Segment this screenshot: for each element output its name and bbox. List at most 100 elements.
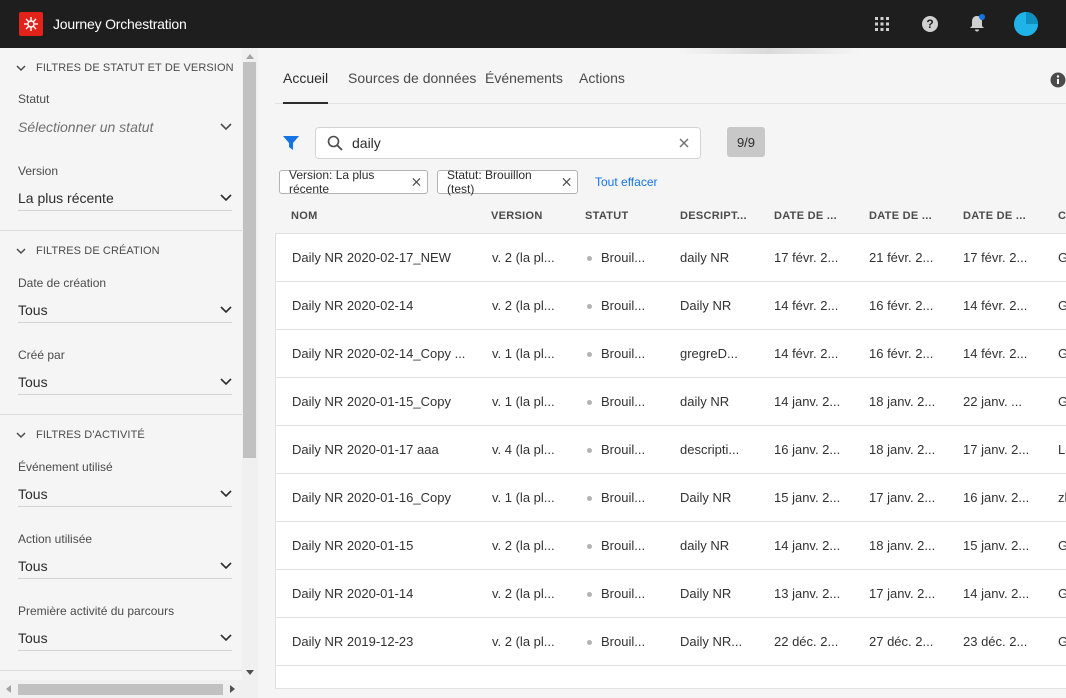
cell-extra: G: [1058, 346, 1066, 361]
table-row[interactable]: Daily NR 2020-01-16_Copy v. 1 (la pl... Br…: [276, 474, 1066, 522]
cell-description: Daily NR...: [680, 634, 743, 649]
cell-date-3: 16 janv. 2...: [963, 490, 1030, 505]
cell-status: Brouil...: [601, 634, 646, 649]
chevron-down-icon: [220, 561, 232, 569]
tab-events[interactable]: Événements: [485, 70, 563, 104]
cell-version: v. 2 (la pl...: [492, 634, 555, 649]
status-dot-icon: [587, 640, 592, 645]
column-header-status[interactable]: STATUT: [585, 210, 629, 222]
cell-date-2: 16 févr. 2...: [869, 346, 934, 361]
apps-grid-icon[interactable]: [872, 14, 892, 34]
remove-chip-icon[interactable]: [562, 177, 571, 187]
cell-name: Daily NR 2019-12-23: [292, 634, 414, 649]
cell-extra: zh: [1058, 490, 1066, 505]
scroll-up-arrow-icon[interactable]: [246, 54, 254, 59]
created-by-select[interactable]: Tous: [18, 369, 232, 395]
help-icon[interactable]: ?: [920, 14, 940, 34]
first-activity-select[interactable]: Tous: [18, 625, 232, 651]
first-activity-label: Première activité du parcours: [18, 604, 175, 618]
cell-extra: G: [1058, 394, 1066, 409]
version-select[interactable]: La plus récente: [18, 185, 232, 211]
scroll-down-arrow-icon[interactable]: [246, 670, 254, 675]
table-row[interactable]: Daily NR 2020-02-14_Copy ... v. 1 (la pl.…: [276, 330, 1066, 378]
action-used-select[interactable]: Tous: [18, 553, 232, 579]
table-row[interactable]: Daily NR 2020-01-15 v. 2 (la pl... Brouil.…: [276, 522, 1066, 570]
status-select[interactable]: Sélectionner un statut: [18, 114, 232, 140]
table-row[interactable]: Daily NR 2020-02-14 v. 2 (la pl... Brouil.…: [276, 282, 1066, 330]
created-by-value: Tous: [18, 373, 48, 390]
chevron-down-icon: [220, 489, 232, 497]
creation-date-select[interactable]: Tous: [18, 297, 232, 323]
chevron-down-icon: [16, 248, 26, 255]
scroll-right-arrow-icon[interactable]: [230, 685, 235, 693]
first-activity-value: Tous: [18, 629, 48, 646]
table-row[interactable]: Daily NR 2020-02-17_NEW v. 2 (la pl... Bro…: [276, 234, 1066, 282]
tab-home[interactable]: Accueil: [283, 70, 329, 104]
creation-date-label: Date de création: [18, 276, 107, 290]
cell-version: v. 2 (la pl...: [492, 538, 555, 553]
filter-funnel-icon[interactable]: [282, 134, 300, 152]
creation-date-value: Tous: [18, 301, 48, 318]
chevron-down-icon: [220, 305, 232, 313]
cell-extra: G: [1058, 538, 1066, 553]
column-header-description[interactable]: DESCRIPT...: [680, 210, 747, 222]
column-header-extra[interactable]: CI: [1058, 210, 1066, 222]
status-dot-icon: [587, 496, 592, 501]
clear-search-icon[interactable]: [677, 136, 691, 150]
cell-date-1: 17 févr. 2...: [774, 250, 839, 265]
cell-description: daily NR: [680, 538, 730, 553]
status-version-filters-header[interactable]: FILTRES DE STATUT ET DE VERSION: [0, 58, 234, 78]
cell-name: Daily NR 2020-01-17 aaa: [292, 442, 439, 457]
column-header-date-3[interactable]: DATE DE ...: [963, 210, 1026, 222]
column-header-name[interactable]: NOM: [291, 210, 318, 222]
app-title[interactable]: Journey Orchestration: [53, 16, 187, 32]
event-used-label: Événement utilisé: [18, 460, 113, 474]
status-placeholder: Sélectionner un statut: [18, 119, 154, 135]
search-field[interactable]: [315, 127, 701, 159]
column-header-version[interactable]: VERSION: [491, 210, 543, 222]
tab-actions[interactable]: Actions: [579, 70, 625, 104]
section-title: FILTRES DE STATUT ET DE VERSION: [36, 62, 234, 74]
cell-date-3: 22 janv. ...: [963, 394, 1023, 409]
table-row[interactable]: Daily NR 2019-12-23 v. 2 (la pl... Brouil.…: [276, 618, 1066, 666]
cell-extra: G: [1058, 298, 1066, 313]
divider: [0, 670, 242, 671]
chevron-down-icon: [220, 377, 232, 385]
user-avatar[interactable]: [1014, 12, 1038, 36]
scroll-left-arrow-icon[interactable]: [6, 685, 11, 693]
cell-date-2: 21 févr. 2...: [869, 250, 934, 265]
horizontal-scrollbar-thumb[interactable]: [18, 684, 223, 695]
cell-status: Brouil...: [601, 586, 646, 601]
notifications-bell-icon[interactable]: [967, 14, 987, 34]
event-used-select[interactable]: Tous: [18, 481, 232, 507]
cell-date-1: 16 janv. 2...: [774, 442, 841, 457]
table-row[interactable]: Daily NR 2020-01-14 v. 2 (la pl... Brouil.…: [276, 570, 1066, 618]
cell-date-1: 14 janv. 2...: [774, 394, 841, 409]
column-header-date-2[interactable]: DATE DE ...: [869, 210, 932, 222]
remove-chip-icon[interactable]: [412, 177, 421, 187]
vertical-scrollbar-thumb[interactable]: [243, 62, 256, 458]
cell-version: v. 1 (la pl...: [492, 394, 555, 409]
info-icon[interactable]: [1050, 72, 1066, 88]
cell-name: Daily NR 2020-02-14_Copy ...: [292, 346, 466, 361]
cell-date-2: 17 janv. 2...: [869, 490, 936, 505]
chevron-down-icon: [220, 633, 232, 641]
status-dot-icon: [587, 304, 592, 309]
cell-version: v. 1 (la pl...: [492, 490, 555, 505]
cell-date-3: 17 févr. 2...: [963, 250, 1028, 265]
tab-data-sources[interactable]: Sources de données: [348, 70, 476, 104]
search-input[interactable]: [352, 135, 672, 151]
column-header-date-1[interactable]: DATE DE ...: [774, 210, 837, 222]
creation-filters-header[interactable]: FILTRES DE CRÉATION: [0, 241, 160, 261]
cell-description: Daily NR: [680, 298, 732, 313]
chevron-down-icon: [220, 193, 232, 201]
adobe-logo[interactable]: [19, 12, 43, 36]
cell-description: descripti...: [680, 442, 740, 457]
activity-filters-header[interactable]: FILTRES D'ACTIVITÉ: [0, 425, 145, 445]
table-row[interactable]: Daily NR 2020-01-15_Copy v. 1 (la pl... Br…: [276, 378, 1066, 426]
result-count-badge: 9/9: [727, 127, 765, 157]
clear-all-link[interactable]: Tout effacer: [595, 175, 657, 189]
divider: [0, 414, 242, 415]
table-row[interactable]: Daily NR 2020-01-17 aaa v. 4 (la pl... Bro…: [276, 426, 1066, 474]
cell-description: daily NR: [680, 250, 730, 265]
